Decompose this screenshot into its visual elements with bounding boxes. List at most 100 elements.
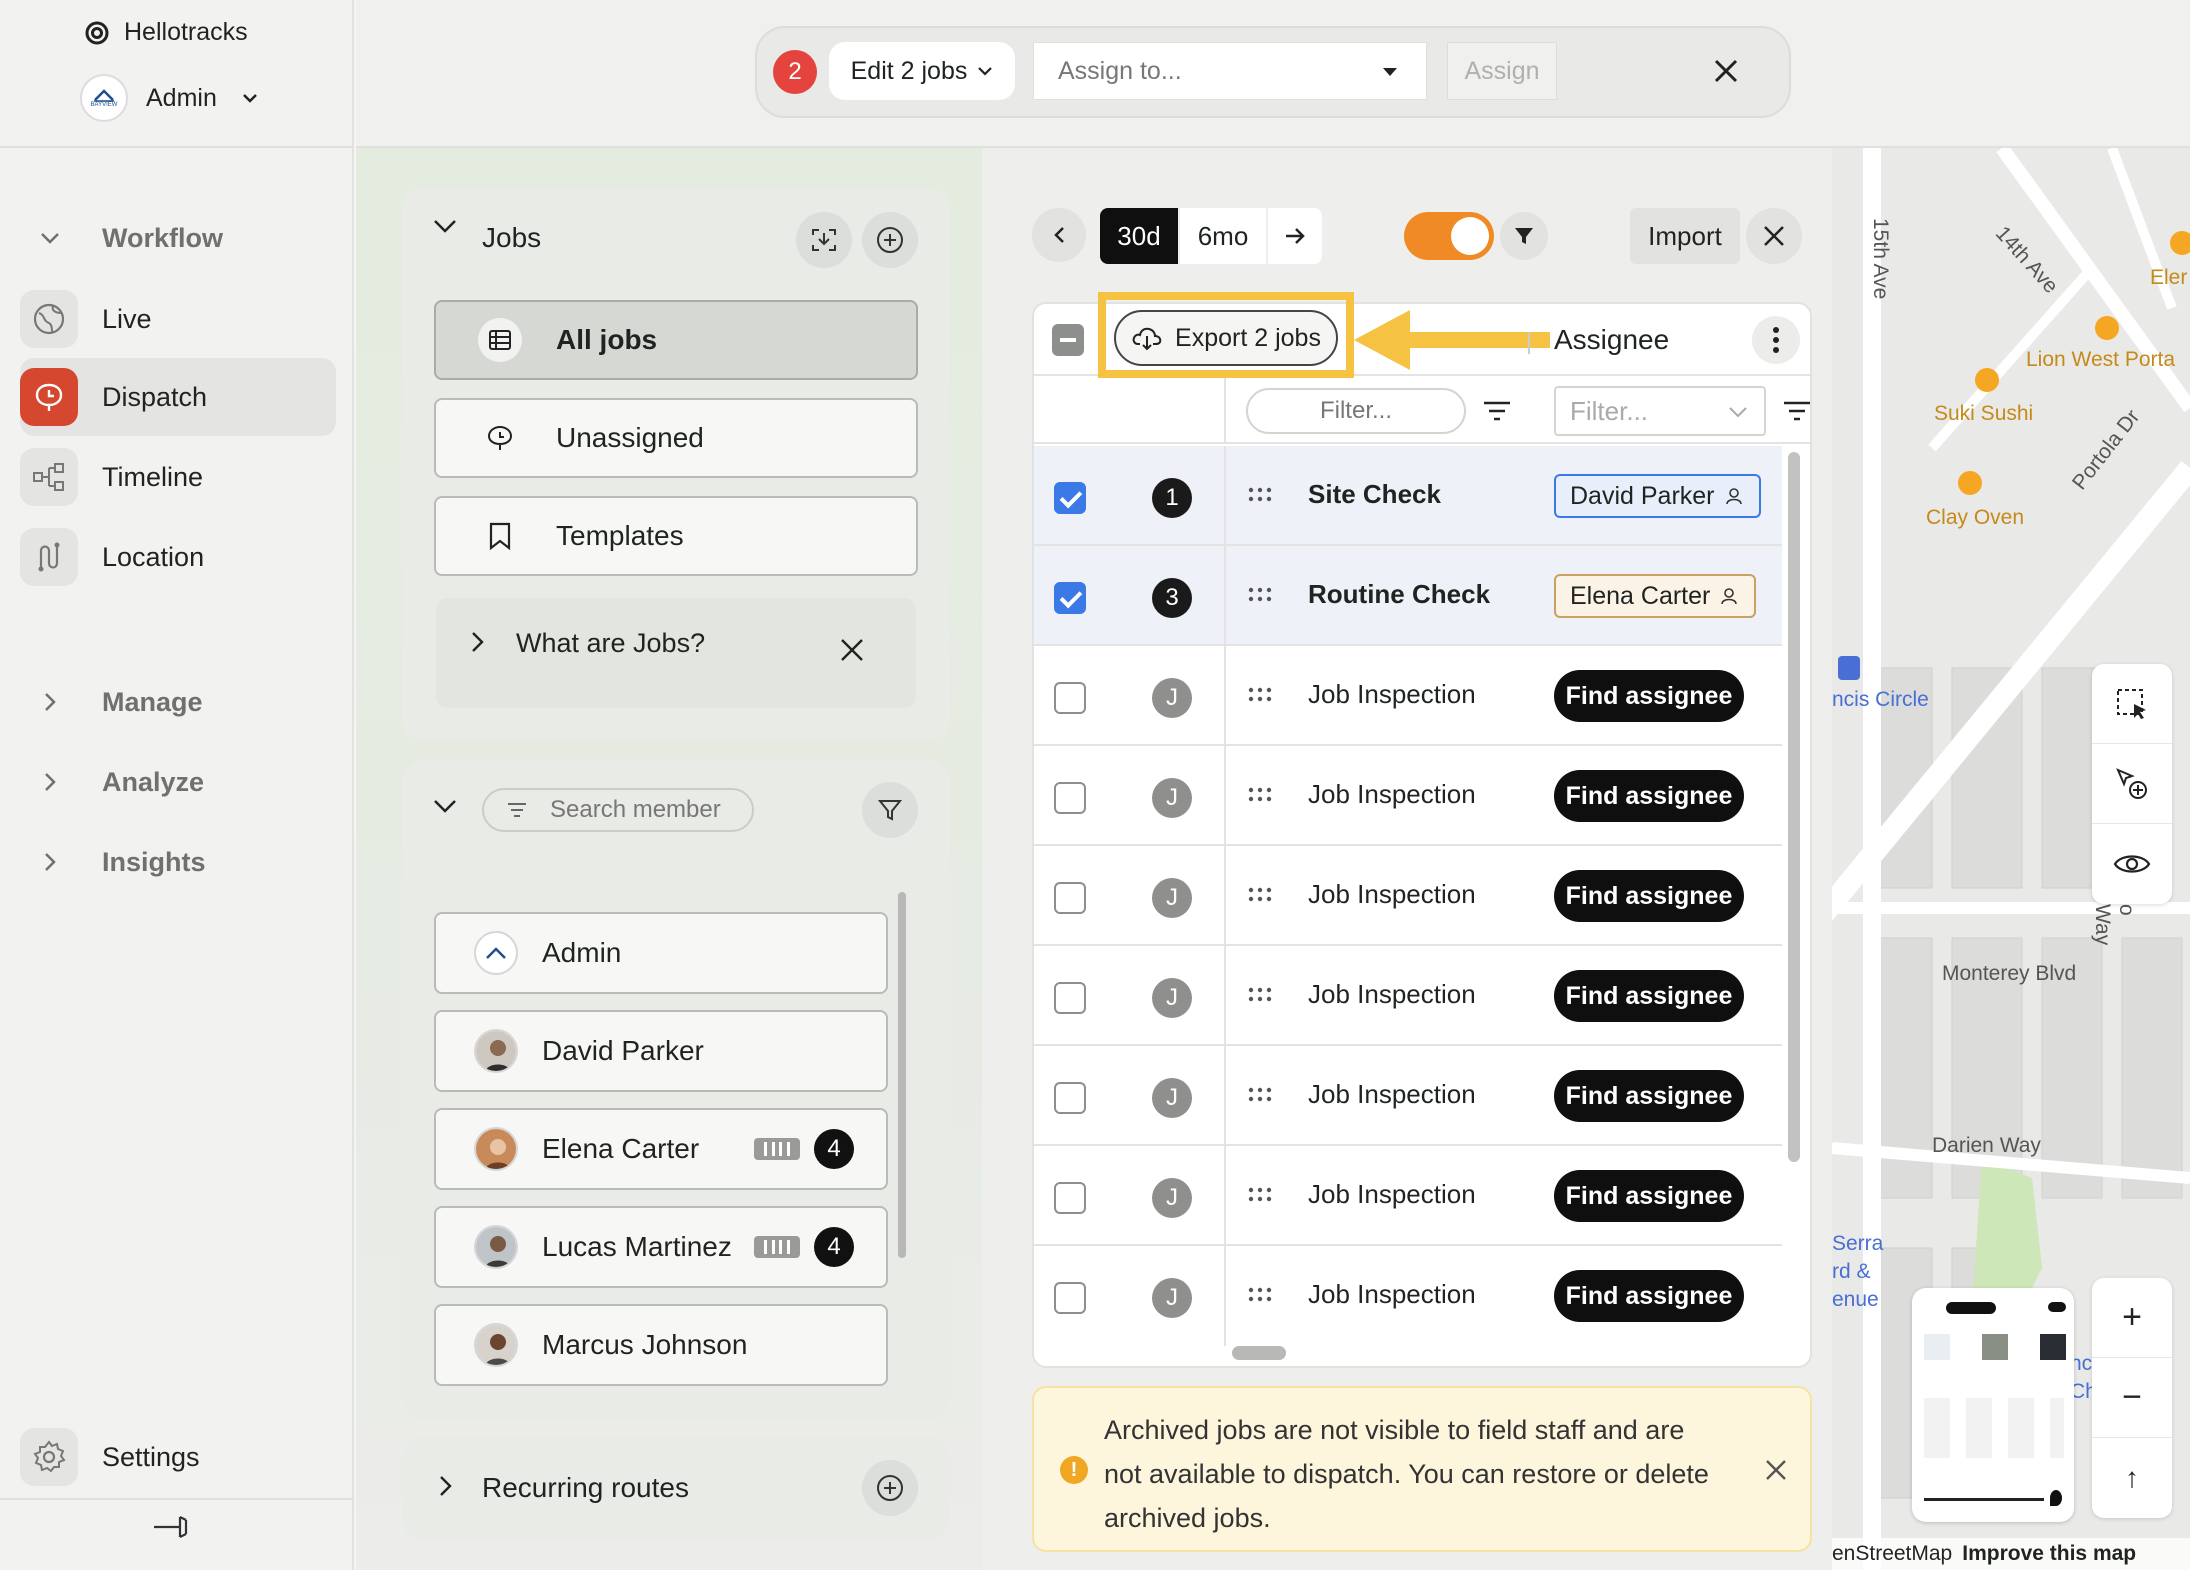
drag-handle-icon[interactable] bbox=[1248, 1086, 1272, 1104]
close-icon[interactable] bbox=[1746, 208, 1802, 264]
arrow-right-icon bbox=[1286, 228, 1305, 244]
row-checkbox[interactable] bbox=[1054, 1182, 1086, 1214]
member-david-parker[interactable]: David Parker bbox=[434, 1010, 888, 1092]
assign-to-select[interactable]: Assign to... bbox=[1033, 42, 1427, 100]
filter-icon[interactable] bbox=[1500, 212, 1548, 260]
export-jobs-button[interactable]: Export 2 jobs bbox=[1114, 310, 1338, 366]
assignee-chip[interactable]: Elena Carter bbox=[1554, 574, 1757, 618]
edit-jobs-button[interactable]: Edit 2 jobs bbox=[829, 42, 1015, 100]
drag-handle-icon[interactable] bbox=[1248, 586, 1272, 604]
member-elena-carter[interactable]: Elena Carter 4 bbox=[434, 1108, 888, 1190]
member-admin[interactable]: Admin bbox=[434, 912, 888, 994]
import-button[interactable]: Import bbox=[1630, 208, 1740, 264]
selection-count-badge: 2 bbox=[773, 50, 817, 94]
add-job-icon[interactable] bbox=[862, 212, 918, 268]
section-insights[interactable]: Insights bbox=[30, 832, 206, 892]
drag-handle-icon[interactable] bbox=[1248, 686, 1272, 704]
table-row[interactable]: J Job Inspection Find assignee bbox=[1034, 1146, 1782, 1246]
row-checkbox[interactable] bbox=[1054, 882, 1086, 914]
sidebar-item-location[interactable]: Location bbox=[20, 518, 336, 596]
job-filter-input[interactable]: Filter... bbox=[1246, 388, 1466, 434]
assignee-filter-select[interactable]: Filter... bbox=[1554, 386, 1766, 436]
section-workflow[interactable]: Workflow bbox=[30, 208, 223, 268]
drag-handle-icon[interactable] bbox=[1248, 486, 1272, 504]
prev-range-button[interactable] bbox=[1032, 208, 1086, 262]
find-assignee-button[interactable]: Find assignee bbox=[1554, 970, 1744, 1022]
find-assignee-button[interactable]: Find assignee bbox=[1554, 1070, 1744, 1122]
collapse-jobs-icon[interactable] bbox=[432, 218, 458, 234]
account-switcher[interactable]: BAYVIEW Admin bbox=[80, 74, 259, 122]
drag-handle-icon[interactable] bbox=[1248, 986, 1272, 1004]
row-checkbox[interactable] bbox=[1054, 1282, 1086, 1314]
table-horizontal-scrollbar[interactable] bbox=[1232, 1346, 1286, 1360]
drag-handle-icon[interactable] bbox=[1248, 1186, 1272, 1204]
drag-handle-icon[interactable] bbox=[1248, 1286, 1272, 1304]
sidebar-item-live[interactable]: Live bbox=[20, 280, 336, 358]
table-vertical-scrollbar[interactable] bbox=[1788, 452, 1800, 1162]
row-checkbox[interactable] bbox=[1054, 482, 1086, 514]
filter-icon[interactable] bbox=[862, 782, 918, 838]
drag-handle-icon[interactable] bbox=[1248, 786, 1272, 804]
import-jobs-icon[interactable] bbox=[796, 212, 852, 268]
row-checkbox[interactable] bbox=[1054, 582, 1086, 614]
eye-icon[interactable] bbox=[2092, 824, 2172, 904]
jobs-help-card[interactable]: What are Jobs? bbox=[436, 598, 916, 708]
member-lucas-martinez[interactable]: Lucas Martinez 4 bbox=[434, 1206, 888, 1288]
table-row[interactable]: 1 Site Check David Parker bbox=[1034, 446, 1782, 546]
close-icon[interactable] bbox=[1764, 1458, 1788, 1482]
nav-templates[interactable]: Templates bbox=[434, 496, 918, 576]
range-30d-button[interactable]: 30d bbox=[1100, 208, 1178, 264]
assignee-chip[interactable]: David Parker bbox=[1554, 474, 1761, 518]
sidebar-item-timeline[interactable]: Timeline bbox=[20, 438, 336, 516]
table-row[interactable]: J Job Inspection Find assignee bbox=[1034, 846, 1782, 946]
table-row[interactable]: J Job Inspection Find assignee bbox=[1034, 1046, 1782, 1146]
nav-all-jobs[interactable]: All jobs bbox=[434, 300, 918, 380]
more-options-icon[interactable] bbox=[1752, 316, 1800, 364]
sidebar-item-settings[interactable]: Settings bbox=[20, 1418, 336, 1496]
table-row[interactable]: J Job Inspection Find assignee bbox=[1034, 646, 1782, 746]
table-row[interactable]: 3 Routine Check Elena Carter bbox=[1034, 546, 1782, 646]
sort-filter-icon[interactable] bbox=[1782, 400, 1812, 422]
member-marcus-johnson[interactable]: Marcus Johnson bbox=[434, 1304, 888, 1386]
row-checkbox[interactable] bbox=[1054, 1082, 1086, 1114]
next-range-button[interactable] bbox=[1268, 208, 1322, 264]
collapse-members-icon[interactable] bbox=[432, 798, 458, 814]
find-assignee-button[interactable]: Find assignee bbox=[1554, 670, 1744, 722]
sort-filter-icon[interactable] bbox=[1482, 400, 1512, 422]
find-assignee-button[interactable]: Find assignee bbox=[1554, 1270, 1744, 1322]
map-view[interactable]: 15th Ave 14th Ave Eler Lion West Porta S… bbox=[1832, 148, 2190, 1570]
zoom-in-button[interactable]: + bbox=[2092, 1278, 2172, 1358]
close-icon[interactable] bbox=[838, 636, 866, 664]
find-assignee-button[interactable]: Find assignee bbox=[1554, 770, 1744, 822]
recurring-routes-panel[interactable]: Recurring routes bbox=[402, 1436, 950, 1540]
row-checkbox[interactable] bbox=[1054, 982, 1086, 1014]
select-all-checkbox[interactable] bbox=[1052, 324, 1084, 356]
assign-button[interactable]: Assign bbox=[1447, 42, 1557, 100]
members-scrollbar[interactable] bbox=[898, 892, 906, 1258]
add-pointer-icon[interactable] bbox=[2092, 744, 2172, 824]
row-checkbox[interactable] bbox=[1054, 782, 1086, 814]
section-manage[interactable]: Manage bbox=[30, 672, 203, 732]
sidebar-item-dispatch[interactable]: Dispatch bbox=[20, 358, 336, 436]
improve-map-link[interactable]: Improve this map bbox=[1962, 1542, 2136, 1566]
range-6mo-button[interactable]: 6mo bbox=[1180, 208, 1266, 264]
select-area-icon[interactable] bbox=[2092, 664, 2172, 744]
zoom-out-button[interactable]: − bbox=[2092, 1358, 2172, 1438]
find-assignee-button[interactable]: Find assignee bbox=[1554, 1170, 1744, 1222]
map-layers-preview[interactable] bbox=[1912, 1288, 2074, 1522]
close-icon[interactable] bbox=[1711, 56, 1741, 86]
row-checkbox[interactable] bbox=[1054, 682, 1086, 714]
table-row[interactable]: J Job Inspection Find assignee bbox=[1034, 746, 1782, 846]
search-member-input[interactable]: Search member bbox=[482, 788, 754, 832]
pin-sidebar-icon[interactable] bbox=[150, 1512, 190, 1542]
table-row[interactable]: J Job Inspection Find assignee bbox=[1034, 1246, 1782, 1346]
avatar bbox=[474, 1323, 518, 1367]
north-button[interactable]: ↑ bbox=[2092, 1438, 2172, 1518]
section-analyze[interactable]: Analyze bbox=[30, 752, 204, 812]
nav-unassigned[interactable]: Unassigned bbox=[434, 398, 918, 478]
table-row[interactable]: J Job Inspection Find assignee bbox=[1034, 946, 1782, 1046]
archived-toggle[interactable] bbox=[1404, 212, 1494, 260]
add-route-icon[interactable] bbox=[862, 1460, 918, 1516]
find-assignee-button[interactable]: Find assignee bbox=[1554, 870, 1744, 922]
drag-handle-icon[interactable] bbox=[1248, 886, 1272, 904]
